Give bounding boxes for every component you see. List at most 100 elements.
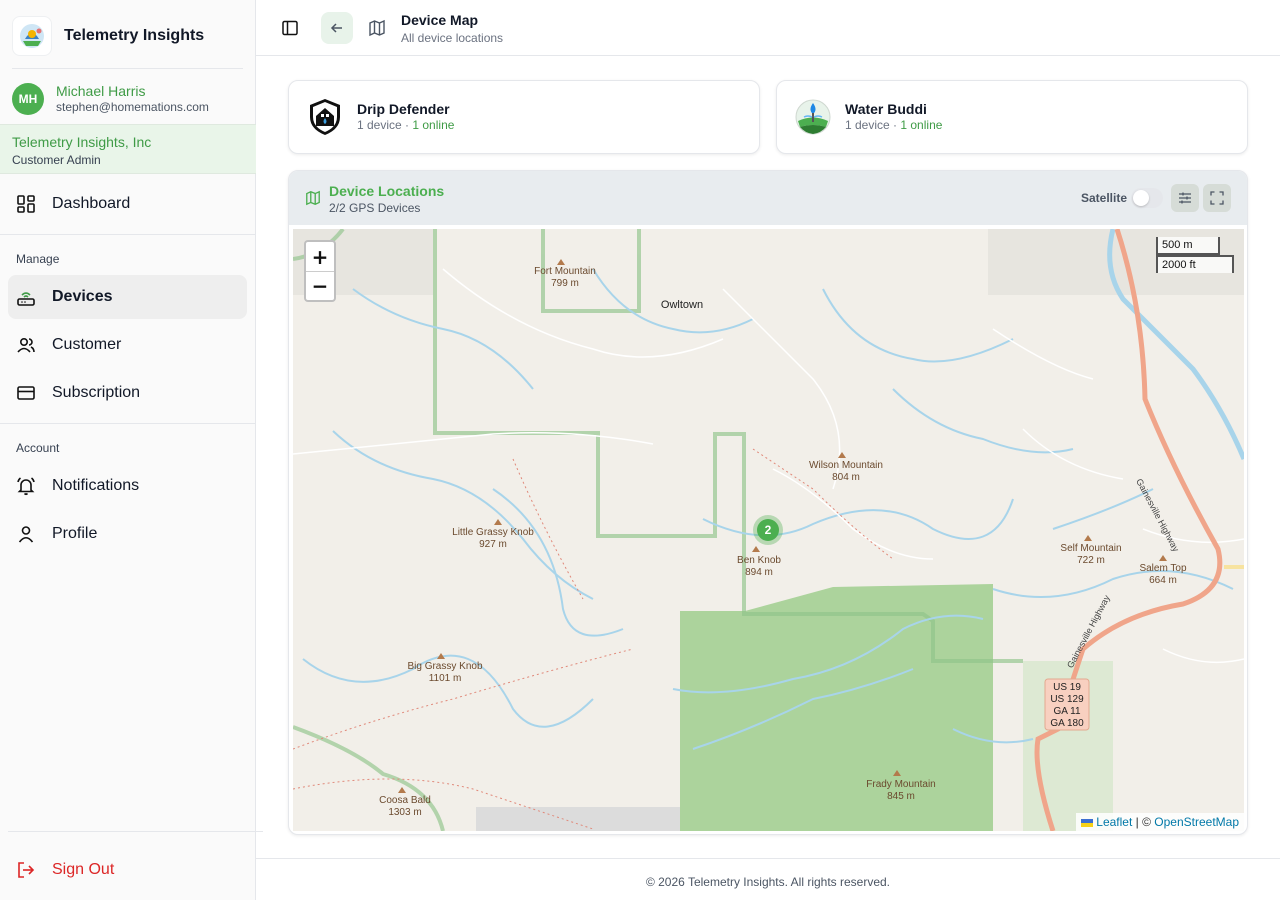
route-shield: US 19 US 129 GA 11 GA 180 [1050,682,1084,729]
app-root: Telemetry Insights MH Michael Harris ste… [0,0,1280,900]
nav-devices-label: Devices [52,288,113,305]
cluster-count: 2 [757,519,779,541]
router-icon [16,287,36,307]
org-switcher[interactable]: Telemetry Insights, Inc Customer Admin [0,124,256,174]
nav-profile[interactable]: Profile [8,512,247,556]
user-profile[interactable]: MH Michael Harris stephen@homemations.co… [12,82,244,116]
device-name: Water Buddi [845,101,927,118]
nav-customer[interactable]: Customer [8,323,247,367]
place-label: Ben Knob 894 m [737,555,781,578]
panel-title-group: Device Locations 2/2 GPS Devices [329,183,444,216]
nav-dashboard-label: Dashboard [52,195,131,212]
device-count: 1 device [845,118,890,133]
divider [0,234,255,235]
brand[interactable]: Telemetry Insights [12,16,244,56]
device-card-text: Water Buddi 1 device · 1 online [845,100,942,134]
brand-title: Telemetry Insights [64,27,205,44]
town-label: Owltown [660,299,704,311]
user-info: Michael Harris stephen@homemations.com [56,83,209,116]
scale-imperial: 2000 ft [1156,255,1234,273]
maximize-icon [1210,191,1224,205]
page-title-group: Device Map All device locations [401,12,503,45]
org-role: Customer Admin [12,153,101,167]
leaflet-link[interactable]: Leaflet [1096,815,1132,829]
sidebar: Telemetry Insights MH Michael Harris ste… [0,0,263,900]
dashboard-icon [16,194,36,214]
zoom-out-button[interactable]: − [306,271,334,300]
sign-out-label: Sign Out [52,861,115,878]
ukraine-flag-icon [1080,818,1093,827]
nav-subscription-label: Subscription [52,384,141,401]
device-locations-panel: Device Locations 2/2 GPS Devices Satelli… [288,170,1248,835]
zoom-in-button[interactable]: + [306,242,334,271]
place-label: Coosa Bald 1303 m [379,795,431,818]
divider [8,831,263,832]
device-name: Drip Defender [357,101,450,118]
section-account: Account [16,441,60,455]
panel-subtitle: 2/2 GPS Devices [329,200,421,215]
panel-header: Device Locations 2/2 GPS Devices Satelli… [289,171,1247,225]
place-label: Self Mountain 722 m [1060,543,1122,566]
panel-title: Device Locations [329,183,445,199]
status-separator: · [401,118,413,133]
user-name: Michael Harris [56,82,146,99]
map-icon [306,190,320,206]
panel-left-icon [282,20,298,36]
device-cluster-marker[interactable]: 2 [753,515,783,545]
map-icon [361,12,393,44]
nav-notifications[interactable]: Notifications [8,464,247,508]
place-label: Big Grassy Knob 1101 m [407,661,483,684]
scale-bar: 500 m 2000 ft [1156,237,1234,273]
osm-link[interactable]: OpenStreetMap [1154,815,1239,829]
drip-defender-logo [305,97,345,137]
user-email: stephen@homemations.com [56,100,209,115]
avatar: MH [12,83,44,115]
scale-metric: 500 m [1156,237,1220,255]
device-status: 1 device · 1 online [845,118,942,134]
log-out-icon [16,860,36,880]
device-card-drip-defender[interactable]: Drip Defender 1 device · 1 online [288,80,760,154]
place-label: Frady Mountain 845 m [866,779,936,802]
nav-customer-label: Customer [52,336,122,353]
divider [0,423,255,424]
device-status: 1 device · 1 online [357,118,454,134]
fullscreen-button[interactable] [1203,184,1231,212]
sign-out-button[interactable]: Sign Out [8,848,247,892]
device-card-text: Drip Defender 1 device · 1 online [357,100,454,134]
status-separator: · [889,118,901,133]
page-subtitle: All device locations [401,30,504,45]
place-label: Fort Mountain 799 m [534,266,596,289]
online-count: 1 online [900,118,943,133]
footer: © 2026 Telemetry Insights. All rights re… [256,858,1280,900]
nav-profile-label: Profile [52,525,98,542]
section-manage: Manage [16,252,60,266]
satellite-label: Satellite [1081,191,1128,205]
device-card-water-buddi[interactable]: Water Buddi 1 device · 1 online [776,80,1248,154]
satellite-toggle[interactable] [1131,188,1163,208]
map-canvas[interactable]: Fort Mountain 799 m Owltown Wilson Mounta… [293,229,1244,831]
place-label: Wilson Mountain 804 m [809,460,883,483]
nav-subscription[interactable]: Subscription [8,371,247,415]
arrow-left-icon [330,23,342,33]
user-icon [16,524,36,544]
org-name: Telemetry Insights, Inc [12,134,152,150]
brand-logo [12,16,52,56]
sliders-icon [1179,192,1191,204]
map-settings-button[interactable] [1171,184,1199,212]
nav-dashboard[interactable]: Dashboard [8,182,247,226]
bell-ring-icon [16,476,36,496]
sidebar-toggle-button[interactable] [274,12,306,44]
nav-devices[interactable]: Devices [8,275,247,319]
map-attribution: Leaflet | © OpenStreetMap [1075,813,1244,831]
attribution-separator: | © [1132,815,1155,829]
users-icon [16,335,36,355]
copyright: © 2026 Telemetry Insights. All rights re… [645,875,891,889]
divider [12,68,243,69]
toggle-knob [1133,190,1149,206]
page-title: Device Map [401,12,479,28]
device-count: 1 device [357,118,402,133]
top-bar: Device Map All device locations [256,0,1280,56]
water-buddi-logo [793,97,833,137]
back-button[interactable] [321,12,353,44]
online-count: 1 online [412,118,455,133]
